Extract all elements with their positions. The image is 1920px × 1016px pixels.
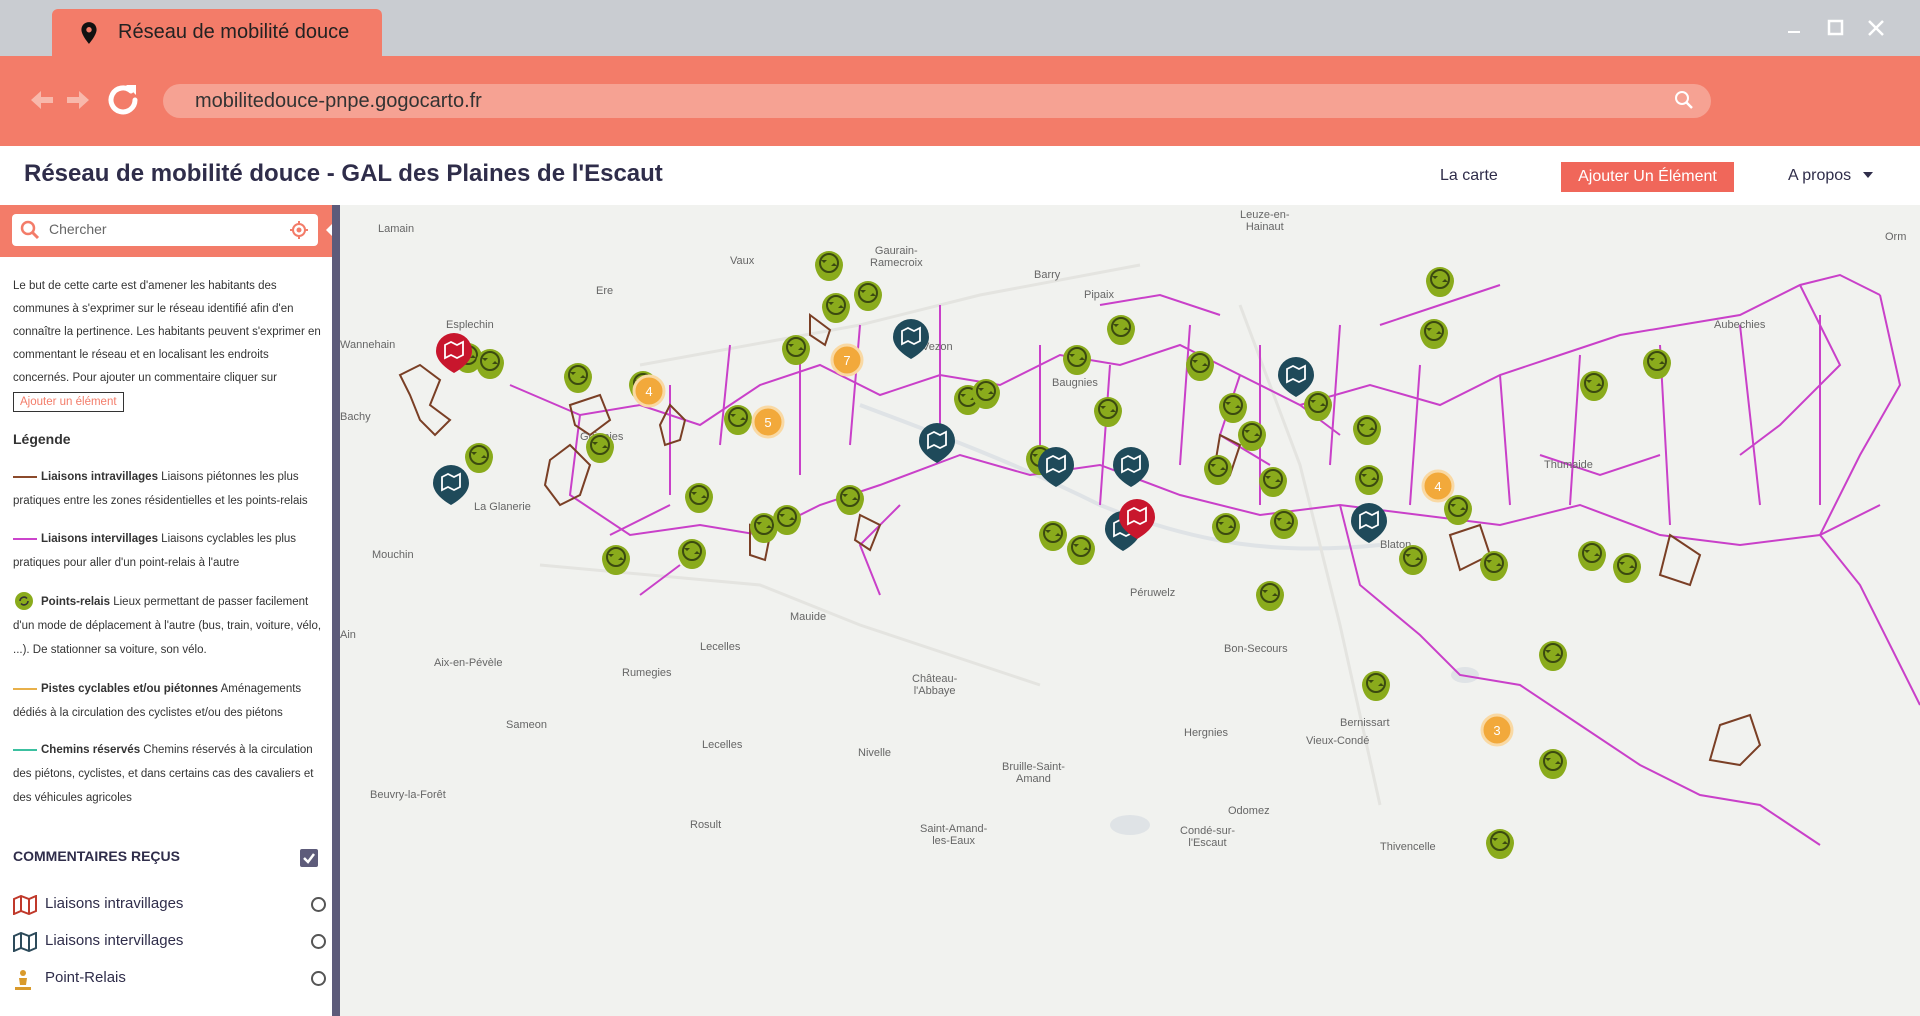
legend-line-teal xyxy=(13,748,37,751)
legend-title: Légende xyxy=(13,431,71,447)
cluster-marker[interactable]: 5 xyxy=(751,405,785,439)
location-pin-icon xyxy=(81,21,97,44)
search-area: Chercher xyxy=(0,205,340,257)
cluster-count: 4 xyxy=(645,384,652,399)
back-arrow-icon[interactable] xyxy=(28,80,56,120)
cluster-count: 3 xyxy=(1493,723,1500,738)
tab-title: Réseau de mobilité douce xyxy=(118,21,350,43)
page-title: Réseau de mobilité douce - GAL des Plain… xyxy=(24,160,663,187)
url-text: mobilitedouce-pnpe.gogocarto.fr xyxy=(195,90,482,112)
filter-label: Liaisons intervillages xyxy=(45,932,184,949)
sidebar: Chercher Le but de cette carte est d'ame… xyxy=(0,205,340,1016)
legend-term: Pistes cyclables et/ou piétonnes xyxy=(41,683,219,695)
legend-line-brown xyxy=(13,475,37,478)
filter-point-relais[interactable]: Point-Relais xyxy=(13,967,328,991)
search-input[interactable]: Chercher xyxy=(12,214,318,246)
maximize-icon[interactable] xyxy=(1822,14,1850,42)
person-icon xyxy=(15,970,31,990)
reload-icon[interactable] xyxy=(100,80,146,120)
check-icon xyxy=(303,853,315,864)
about-menu[interactable]: A propos xyxy=(1788,167,1874,185)
cluster-count: 4 xyxy=(1434,479,1441,494)
app-header: Réseau de mobilité douce - GAL des Plain… xyxy=(0,146,1920,206)
legend-term: Chemins réservés xyxy=(41,744,141,756)
forward-arrow-icon[interactable] xyxy=(64,80,92,120)
comments-section-title: COMMENTAIRES REÇUS xyxy=(13,848,180,864)
geolocate-icon[interactable] xyxy=(290,221,308,239)
cluster-count: 7 xyxy=(843,353,850,368)
map-icon xyxy=(13,932,37,952)
legend-term: Liaisons intervillages xyxy=(41,533,158,545)
map-icon xyxy=(13,895,37,915)
filter-radio[interactable] xyxy=(311,897,326,912)
about-label: A propos xyxy=(1788,167,1852,184)
cluster-layer: 7 4 5 4 3 xyxy=(632,343,1514,747)
legend-term: Points-relais xyxy=(41,596,111,608)
browser-toolbar: mobilitedouce-pnpe.gogocarto.fr xyxy=(0,56,1920,146)
filter-label: Point-Relais xyxy=(45,969,126,986)
cluster-marker[interactable]: 4 xyxy=(1421,469,1455,503)
add-element-button[interactable]: Ajouter Un Élément xyxy=(1561,162,1734,192)
browser-tab[interactable]: Réseau de mobilité douce xyxy=(52,9,382,56)
cluster-marker[interactable]: 3 xyxy=(1480,713,1514,747)
filter-radio[interactable] xyxy=(311,971,326,986)
intro-text-block: Le but de cette carte est d'amener les h… xyxy=(13,275,328,414)
legend-item-chemins-reserves: Chemins réservés Chemins réservés à la c… xyxy=(13,738,328,810)
intro-text: Le but de cette carte est d'amener les h… xyxy=(13,280,321,384)
minimize-icon[interactable] xyxy=(1780,14,1808,42)
close-icon[interactable] xyxy=(1862,14,1890,42)
filter-liaisons-intravillages[interactable]: Liaisons intravillages xyxy=(13,893,328,917)
intro-add-element-button[interactable]: Ajouter un élément xyxy=(13,392,124,412)
map-canvas[interactable]: Lamain Leuze-en- Hainaut Vaux Gaurain- Ram… xyxy=(340,205,1920,1016)
legend-item-points-relais: Points-relais Lieux permettant de passer… xyxy=(13,590,328,662)
relay-point-icon xyxy=(15,591,33,610)
cluster-marker[interactable]: 4 xyxy=(632,374,666,408)
url-bar[interactable]: mobilitedouce-pnpe.gogocarto.fr xyxy=(163,84,1711,118)
legend-line-magenta xyxy=(13,537,37,540)
legend-item-pistes-cyclables: Pistes cyclables et/ou piétonnes Aménage… xyxy=(13,677,328,725)
search-icon[interactable] xyxy=(1673,89,1695,111)
cluster-marker[interactable]: 7 xyxy=(830,343,864,377)
search-icon xyxy=(20,220,40,240)
legend-item-intravillages: Liaisons intravillages Liaisons piétonne… xyxy=(13,465,328,513)
legend-item-intervillages: Liaisons intervillages Liaisons cyclable… xyxy=(13,527,328,575)
filter-radio[interactable] xyxy=(311,934,326,949)
sidebar-scrollbar[interactable] xyxy=(332,205,340,1016)
legend-line-orange xyxy=(13,687,37,690)
filter-label: Liaisons intravillages xyxy=(45,895,184,912)
cluster-count: 5 xyxy=(764,415,771,430)
search-placeholder: Chercher xyxy=(49,221,107,237)
legend-term: Liaisons intravillages xyxy=(41,471,158,483)
browser-titlebar: Réseau de mobilité douce xyxy=(0,0,1920,56)
filter-liaisons-intervillages[interactable]: Liaisons intervillages xyxy=(13,930,328,954)
chevron-down-icon xyxy=(1862,172,1873,178)
nav-map-link[interactable]: La carte xyxy=(1440,167,1498,185)
comments-checkbox[interactable] xyxy=(300,849,318,867)
